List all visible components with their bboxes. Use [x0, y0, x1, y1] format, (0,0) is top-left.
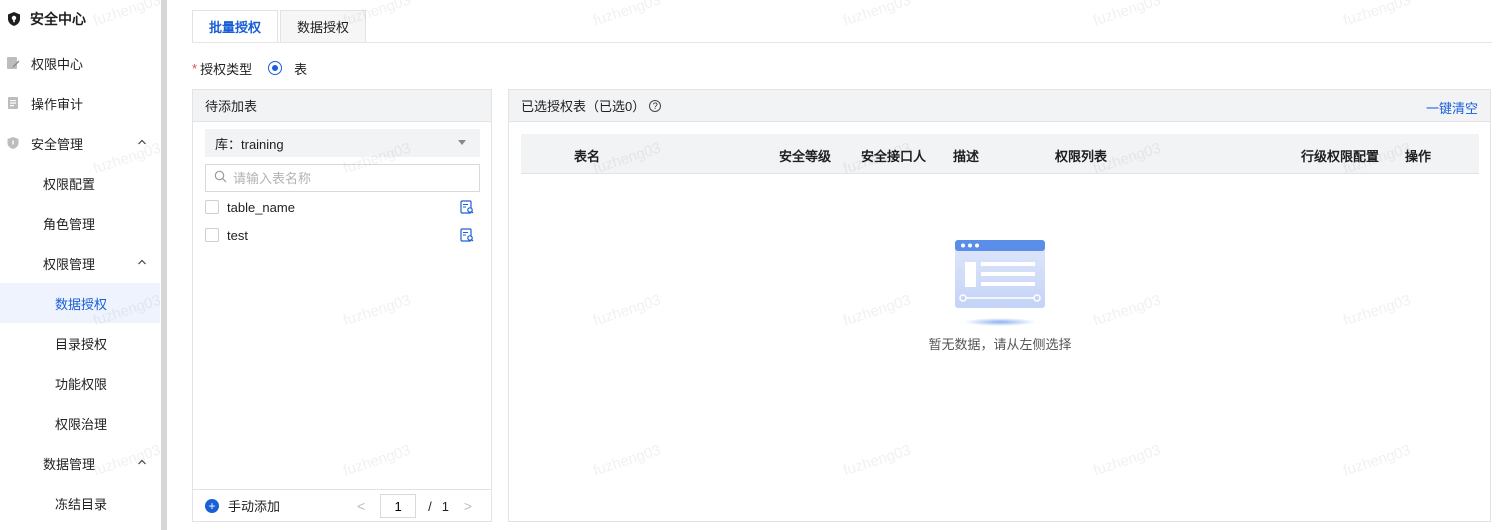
table-row[interactable]: table_name — [205, 196, 480, 218]
chevron-up-icon — [136, 456, 148, 468]
page-total: 1 — [441, 498, 449, 514]
selected-tables-title: 已选授权表（已选0） — [521, 99, 646, 114]
table-search[interactable] — [205, 164, 480, 192]
brand[interactable]: 安全中心 — [0, 0, 160, 38]
table-row[interactable]: test — [205, 224, 480, 246]
clear-all-button[interactable]: 一键清空 — [1426, 98, 1478, 117]
sidebar-item-label: 目录授权 — [55, 336, 108, 352]
watermark: fuzheng03 — [1091, 0, 1163, 30]
tab-bar: 批量授权 数据授权 — [192, 10, 368, 42]
selected-tables-header: 已选授权表（已选0） ? 一键清空 — [509, 90, 1490, 122]
sidebar-item-catalog-authorization[interactable]: 目录授权 — [0, 323, 160, 363]
manual-add-label: 手动添加 — [228, 499, 281, 514]
sidebar-item-function-permission[interactable]: 功能权限 — [0, 363, 160, 403]
table-name: table_name — [227, 199, 295, 215]
column-header-security-level: 安全等级 — [779, 149, 832, 164]
app-root: 安全中心 权限中心 操作审计 安全管理 权限配置 角色管理 权限管理 数据授权 … — [0, 0, 1506, 530]
sidebar-item-role-management[interactable]: 角色管理 — [0, 203, 160, 243]
database-select[interactable]: 库：training — [205, 129, 480, 157]
page-separator: / — [428, 498, 432, 514]
search-icon — [214, 170, 227, 186]
sidebar-item-permission-governance[interactable]: 权限治理 — [0, 403, 160, 443]
sidebar-item-label: 冻结目录 — [55, 496, 108, 512]
pending-tables-panel: 待添加表 库：training table_name test — [192, 89, 492, 522]
watermark: fuzheng03 — [841, 0, 913, 30]
next-page-button[interactable]: > — [461, 498, 475, 514]
sidebar-item-security-management[interactable]: 安全管理 — [0, 123, 160, 163]
table-preview-icon[interactable] — [460, 200, 474, 214]
column-header-security-contact: 安全接口人 — [861, 149, 927, 164]
shield-logo-icon — [6, 11, 22, 27]
column-header-actions: 操作 — [1405, 149, 1432, 164]
document-icon — [6, 96, 20, 110]
radio-table[interactable] — [268, 61, 283, 75]
sidebar-item-frozen-catalog[interactable]: 冻结目录 — [0, 483, 160, 523]
sidebar-item-permission-config[interactable]: 权限配置 — [0, 163, 160, 203]
pending-tables-footer: + 手动添加 < / 1 > — [193, 489, 491, 521]
database-select-value: 库：training — [215, 136, 284, 152]
column-header-description: 描述 — [953, 149, 980, 164]
table-search-input[interactable] — [233, 170, 479, 186]
manual-add-button[interactable]: + 手动添加 — [205, 496, 280, 515]
radio-dot — [272, 65, 279, 71]
selected-tables-panel: 已选授权表（已选0） ? 一键清空 表名 安全等级 安全接口人 描述 权限列表 … — [508, 89, 1491, 522]
sidebar: 安全中心 权限中心 操作审计 安全管理 权限配置 角色管理 权限管理 数据授权 … — [0, 0, 160, 530]
help-icon[interactable]: ? — [649, 99, 662, 112]
required-mark: * — [192, 60, 198, 76]
auth-type-label: 授权类型 — [200, 61, 253, 77]
caret-down-icon — [458, 140, 466, 145]
watermark: fuzheng03 — [591, 0, 663, 30]
column-header-row-permission: 行级权限配置 — [1301, 149, 1380, 164]
empty-state-text: 暂无数据，请从左侧选择 — [928, 337, 1072, 352]
pagination: < / 1 > — [354, 494, 475, 518]
chevron-up-icon — [136, 256, 148, 268]
sidebar-scrollbar[interactable] — [161, 0, 167, 530]
sidebar-item-data-management[interactable]: 数据管理 — [0, 443, 160, 483]
sidebar-item-audit[interactable]: 操作审计 — [0, 83, 160, 123]
column-header-permission-list: 权限列表 — [1055, 149, 1108, 164]
plus-circle-icon: + — [205, 498, 219, 513]
sidebar-item-label: 权限配置 — [43, 176, 96, 192]
sidebar-item-label: 权限治理 — [55, 416, 108, 432]
watermark: fuzheng03 — [1341, 0, 1413, 30]
auth-type-row: * 授权类型 表 — [192, 58, 307, 78]
sidebar-item-label: 数据授权 — [55, 296, 108, 312]
sidebar-item-label: 权限管理 — [43, 256, 96, 272]
empty-state-illustration — [953, 240, 1047, 332]
sidebar-item-permission-center[interactable]: 权限中心 — [0, 43, 160, 83]
sidebar-item-label: 安全管理 — [31, 136, 84, 152]
tab-data-authorization[interactable]: 数据授权 — [280, 10, 367, 42]
table-checkbox[interactable] — [205, 228, 219, 242]
sidebar-item-label: 功能权限 — [55, 376, 108, 392]
column-header-table-name: 表名 — [574, 149, 601, 164]
pending-tables-header: 待添加表 — [193, 90, 491, 122]
sidebar-item-label: 数据管理 — [43, 456, 96, 472]
prev-page-button[interactable]: < — [354, 498, 368, 514]
sidebar-item-label: 角色管理 — [43, 216, 96, 232]
selected-tables-table-header: 表名 安全等级 安全接口人 描述 权限列表 行级权限配置 操作 — [521, 134, 1479, 174]
edit-doc-icon — [6, 56, 20, 70]
table-name: test — [227, 227, 248, 243]
sidebar-item-permission-management[interactable]: 权限管理 — [0, 243, 160, 283]
tab-divider — [192, 42, 1492, 43]
table-preview-icon[interactable] — [460, 228, 474, 242]
sidebar-item-label: 权限中心 — [31, 56, 84, 72]
sidebar-item-label: 操作审计 — [31, 96, 84, 112]
shield-icon — [6, 136, 20, 150]
page-number-input[interactable] — [380, 494, 417, 518]
radio-table-label[interactable]: 表 — [294, 59, 307, 78]
brand-title: 安全中心 — [30, 11, 86, 27]
sidebar-item-data-authorization[interactable]: 数据授权 — [0, 283, 160, 323]
tab-batch-authorization[interactable]: 批量授权 — [192, 10, 279, 42]
chevron-up-icon — [136, 136, 148, 148]
table-checkbox[interactable] — [205, 200, 219, 214]
